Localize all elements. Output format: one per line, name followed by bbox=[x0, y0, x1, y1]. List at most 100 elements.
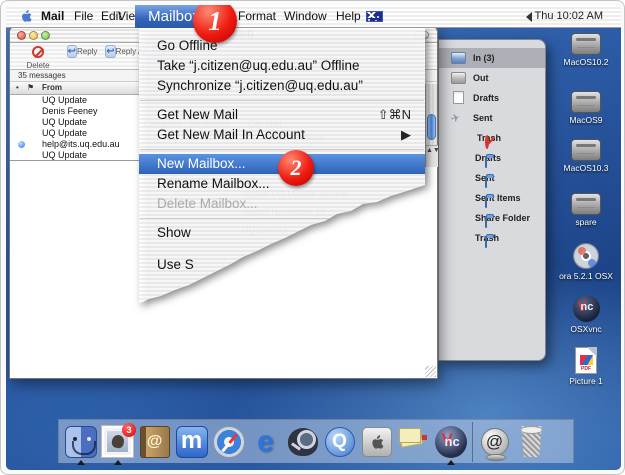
flag-column-header[interactable]: ⚑ bbox=[27, 83, 34, 92]
menu-item-delete-mailbox: Delete Mailbox... bbox=[139, 194, 425, 214]
drawer-item-sent-items[interactable]: Sent Items bbox=[439, 188, 545, 208]
drawer-item-out[interactable]: Out bbox=[439, 68, 545, 88]
status-column-header[interactable]: • bbox=[16, 83, 19, 92]
menubar-item-help[interactable]: Help bbox=[336, 5, 361, 28]
hard-drive-icon bbox=[571, 193, 601, 215]
dock-divider bbox=[472, 422, 473, 462]
desktop-icon-spare[interactable]: spare bbox=[552, 193, 620, 227]
dock-item-at-sign[interactable]: @ bbox=[476, 422, 513, 462]
dock-item-internet-explorer[interactable]: e bbox=[247, 422, 284, 462]
drawer-item-drafts[interactable]: Drafts bbox=[439, 88, 545, 108]
reply-button[interactable]: ↩Reply bbox=[60, 45, 104, 58]
menu-item-synchronize[interactable]: Synchronize “j.citizen@uq.edu.au” bbox=[139, 76, 425, 96]
safari-compass-icon bbox=[213, 426, 245, 458]
paper-plane-icon: ✈ bbox=[450, 110, 468, 125]
pdf-file-icon: PDF bbox=[575, 347, 597, 374]
letters-icon bbox=[399, 428, 429, 456]
hard-drive-icon bbox=[571, 91, 601, 113]
menu-item-get-new-mail[interactable]: Get New Mail⇧⌘N bbox=[139, 105, 425, 125]
menu-separator bbox=[139, 214, 425, 223]
menubar-item-window[interactable]: Window bbox=[284, 5, 327, 28]
outbox-icon bbox=[451, 72, 466, 84]
drawer-item-drafts-folder[interactable]: Drafts bbox=[439, 148, 545, 168]
drawer-item-trash[interactable]: Trash bbox=[439, 128, 545, 148]
from-column-header[interactable]: From bbox=[42, 83, 62, 92]
drawer-item-share-folder[interactable]: Share Folder bbox=[439, 208, 545, 228]
drawer-item-trash-folder[interactable]: Trash bbox=[439, 228, 545, 248]
scrollbar-arrows[interactable]: ▲▼ bbox=[426, 145, 438, 167]
desktop-icon-macos103[interactable]: MacOS10.3 bbox=[552, 139, 620, 173]
submenu-arrow-icon: ▶ bbox=[401, 125, 411, 145]
dock-item-finder[interactable] bbox=[62, 422, 99, 462]
screenshot-frame: In (3 unread) Delete ↩Reply ↩Reply All ↪… bbox=[0, 0, 625, 475]
menubar-item-file[interactable]: File bbox=[74, 5, 93, 28]
scrollbar-thumb[interactable] bbox=[427, 114, 436, 140]
internet-explorer-icon: e bbox=[257, 426, 274, 458]
menu-item-show[interactable]: Show bbox=[139, 223, 425, 243]
menubar-item-mail[interactable]: Mail bbox=[41, 5, 64, 28]
desktop-icon-macos102[interactable]: MacOS10.2 bbox=[552, 33, 620, 67]
volume-icon[interactable] bbox=[521, 12, 532, 22]
hard-drive-icon bbox=[571, 139, 601, 161]
menubar-status: Thu 10:02 AM bbox=[535, 5, 604, 28]
dock: 3 @ m e Q Vnc @ bbox=[58, 419, 574, 463]
dock-item-letters[interactable] bbox=[395, 422, 432, 462]
m-app-icon: m bbox=[176, 426, 208, 458]
dock-item-system-preferences[interactable] bbox=[358, 422, 395, 462]
address-book-icon: @ bbox=[140, 426, 170, 458]
folder-icon bbox=[485, 196, 487, 208]
menu-separator bbox=[139, 96, 425, 105]
unread-dot-icon bbox=[18, 141, 25, 148]
menu-bar: Mail File Edit View Format Window Help T… bbox=[6, 5, 621, 28]
finder-icon bbox=[65, 426, 97, 458]
dock-item-address-book[interactable]: @ bbox=[136, 422, 173, 462]
system-preferences-icon bbox=[362, 427, 392, 457]
menu-item-take-offline[interactable]: Take “j.citizen@uq.edu.au” Offline bbox=[139, 56, 425, 76]
apple-menu[interactable] bbox=[20, 5, 32, 28]
trash-basket-icon bbox=[518, 426, 545, 457]
menu-separator bbox=[139, 145, 425, 154]
hard-drive-icon bbox=[571, 33, 601, 55]
resize-grip[interactable] bbox=[425, 366, 436, 377]
menu-item-go-offline[interactable]: Go Offline bbox=[139, 36, 425, 56]
delete-icon bbox=[16, 46, 60, 58]
desktop-icon-osxvnc[interactable]: VncOSXvnc bbox=[552, 295, 620, 334]
mailbox-drawer: In (3) Out Drafts ✈Sent Trash Drafts Sen… bbox=[438, 39, 546, 361]
desktop-icon-eudora-installer[interactable]: ora 5.2.1 OSX bbox=[552, 243, 620, 281]
reply-icon: ↩ bbox=[67, 45, 77, 58]
menubar-item-format[interactable]: Format bbox=[238, 5, 276, 28]
dock-item-quicktime[interactable]: Q bbox=[321, 422, 358, 462]
dock-item-safari[interactable] bbox=[210, 422, 247, 462]
vnc-icon: Vnc bbox=[435, 426, 467, 458]
dock-item-osxvnc[interactable]: Vnc bbox=[432, 422, 469, 462]
desktop: In (3 unread) Delete ↩Reply ↩Reply All ↪… bbox=[6, 5, 621, 470]
dock-item-trash[interactable] bbox=[513, 422, 550, 462]
reply-all-icon: ↩ bbox=[105, 45, 115, 58]
cd-installer-icon bbox=[573, 243, 599, 269]
at-spring-icon: @ bbox=[481, 428, 509, 456]
desktop-icon-picture1[interactable]: PDFPicture 1 bbox=[552, 347, 620, 386]
menu-item-use-torn[interactable]: Use S bbox=[139, 255, 425, 275]
annotation-step-2: 2 bbox=[278, 150, 314, 186]
drawer-item-sent[interactable]: ✈Sent bbox=[439, 108, 545, 128]
australian-flag-icon[interactable] bbox=[366, 11, 383, 22]
desktop-icon-macos9[interactable]: MacOS9 bbox=[552, 91, 620, 125]
menu-item-get-new-mail-in-account[interactable]: Get New Mail In Account▶ bbox=[139, 125, 425, 145]
sherlock-magnifier-icon bbox=[288, 428, 318, 456]
delete-button[interactable]: Delete bbox=[16, 45, 60, 72]
inbox-icon bbox=[451, 52, 466, 64]
dock-item-sherlock[interactable] bbox=[284, 422, 321, 462]
folder-icon bbox=[485, 236, 487, 248]
vnc-app-icon: Vnc bbox=[573, 295, 600, 322]
unread-badge: 3 bbox=[122, 423, 136, 437]
dock-item-m-app[interactable]: m bbox=[173, 422, 210, 462]
draft-page-icon bbox=[453, 91, 464, 104]
menubar-clock[interactable]: Thu 10:02 AM bbox=[535, 10, 604, 22]
quicktime-icon: Q bbox=[325, 427, 355, 457]
dock-item-mail[interactable]: 3 bbox=[99, 422, 136, 462]
folder-icon bbox=[485, 176, 487, 188]
message-list-scrollbar[interactable]: ▲▼ bbox=[425, 84, 437, 167]
drawer-item-sent-folder[interactable]: Sent bbox=[439, 168, 545, 188]
drawer-item-in[interactable]: In (3) bbox=[439, 48, 545, 68]
no-entry-icon bbox=[485, 135, 489, 149]
